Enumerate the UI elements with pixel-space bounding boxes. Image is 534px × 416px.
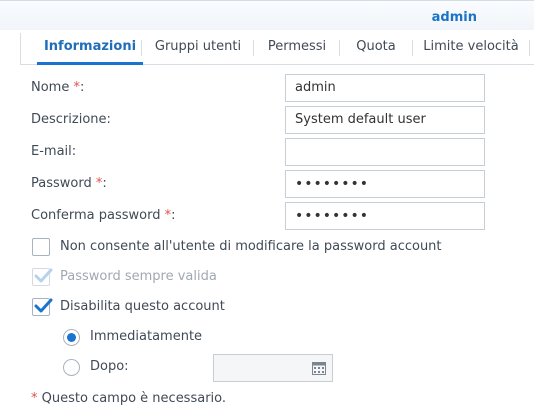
tab-separator — [253, 40, 254, 56]
confirm-password-field[interactable]: •••••••• — [285, 202, 485, 230]
tab-separator — [339, 40, 340, 56]
tab-quota[interactable]: Quota — [341, 33, 411, 64]
description-field[interactable]: System default user — [285, 106, 485, 134]
password-field[interactable]: •••••••• — [285, 170, 485, 198]
description-label: Descrizione: — [31, 112, 111, 127]
password-label: Password *: — [31, 176, 107, 191]
name-label: Nome *: — [31, 80, 85, 95]
tab-separator — [141, 40, 142, 56]
immediately-radio[interactable] — [63, 329, 80, 346]
tab-limite-velocita[interactable]: Limite velocità — [414, 33, 528, 64]
window-title: admin — [431, 10, 477, 25]
tab-separator — [529, 40, 530, 56]
immediately-label: Immediatamente — [90, 329, 203, 344]
password-always-valid-label: Password sempre valida — [60, 269, 217, 284]
disable-account-checkbox[interactable] — [32, 298, 53, 316]
calendar-icon[interactable] — [312, 362, 326, 375]
required-note: * Questo campo è necessario. — [31, 391, 227, 406]
no-change-password-checkbox[interactable] — [32, 238, 50, 256]
after-label: Dopo: — [90, 359, 129, 374]
tab-separator — [412, 40, 413, 56]
tab-permessi[interactable]: Permessi — [255, 33, 339, 64]
after-radio[interactable] — [63, 359, 80, 376]
confirm-password-label: Conferma password *: — [31, 208, 176, 223]
no-change-password-label: Non consente all'utente di modificare la… — [60, 239, 442, 254]
check-icon — [34, 268, 53, 283]
window-header: admin — [0, 0, 534, 30]
email-label: E-mail: — [31, 144, 77, 159]
tab-informazioni[interactable]: Informazioni — [31, 33, 149, 65]
disable-account-label: Disabilita questo account — [60, 299, 225, 314]
tab-bar: Informazioni Gruppi utenti Permessi Quot… — [20, 33, 534, 65]
date-field[interactable] — [213, 354, 333, 382]
email-field[interactable] — [285, 138, 485, 166]
check-icon — [34, 298, 53, 313]
name-field[interactable]: admin — [285, 74, 485, 102]
password-always-valid-checkbox[interactable] — [32, 268, 53, 286]
tab-gruppi-utenti[interactable]: Gruppi utenti — [143, 33, 253, 64]
